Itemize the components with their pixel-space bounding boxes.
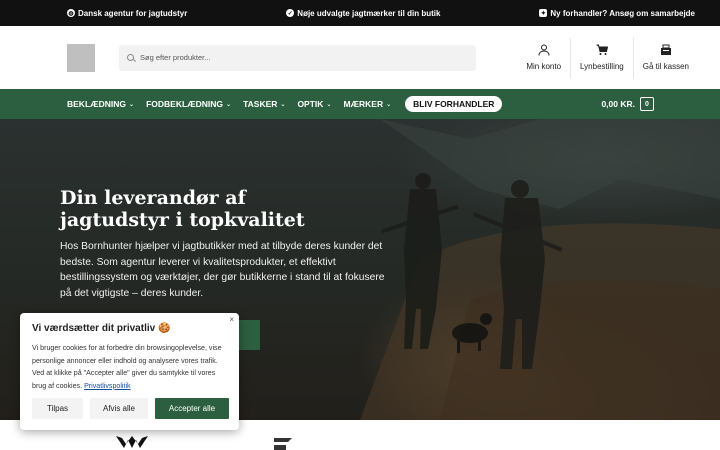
chevron-down-icon: ⌄: [326, 101, 332, 108]
site-header: Min konto Lynbestilling Gå til kassen: [0, 26, 720, 89]
user-icon: [538, 44, 550, 56]
accept-all-button[interactable]: Accepter alle: [155, 398, 229, 419]
cart-count-badge: 0: [640, 97, 654, 111]
nav-item-fodbeklaedning[interactable]: FODBEKLÆDNING ⌄: [146, 99, 231, 109]
search-icon: [127, 54, 134, 61]
announcement-brands-text: Nøje udvalgte jagtmærker til din butik: [297, 8, 441, 18]
cookie-title: Vi værdsætter dit privatliv 🍪: [32, 323, 171, 334]
checkout-icon: [660, 44, 671, 55]
close-icon[interactable]: ×: [229, 315, 234, 324]
brand-logo-1[interactable]: [116, 434, 148, 450]
search-bar[interactable]: [119, 44, 476, 71]
quick-order-link[interactable]: Lynbestilling: [570, 37, 633, 78]
nav-item-tasker[interactable]: TASKER ⌄: [243, 99, 285, 109]
top-announcement-bar: ◍ Dansk agentur for jagtudstyr ✓ Nøje ud…: [0, 0, 720, 26]
hero-description: Hos Bornhunter hjælper vi jagtbutikker m…: [60, 241, 385, 299]
privacy-policy-link[interactable]: Privatlivspolitik: [84, 382, 131, 390]
check-circle-icon: ✓: [286, 9, 295, 17]
reject-all-button[interactable]: Afvis alle: [90, 398, 148, 419]
site-logo[interactable]: [67, 43, 95, 72]
hero-title-line-1: Din leverandør af: [60, 187, 246, 209]
nav-item-beklaedning[interactable]: BEKLÆDNING ⌄: [67, 99, 134, 109]
nav-item-label: OPTIK: [297, 99, 324, 109]
my-account-link[interactable]: Min konto: [517, 38, 570, 78]
hero-title: Din leverandør af jagtudstyr i topkvalit…: [60, 187, 305, 231]
quick-order-label: Lynbestilling: [580, 62, 624, 71]
search-input[interactable]: [140, 53, 440, 62]
main-nav: BEKLÆDNING ⌄ FODBEKLÆDNING ⌄ TASKER ⌄ OP…: [0, 89, 720, 119]
nav-item-label: MÆRKER: [343, 99, 384, 109]
chevron-down-icon: ⌄: [280, 101, 286, 108]
announcement-agency-text: Dansk agentur for jagtudstyr: [78, 8, 188, 18]
nav-item-label: FODBEKLÆDNING: [146, 99, 224, 109]
header-actions: Min konto Lynbestilling Gå til kassen: [517, 37, 698, 78]
checkout-label: Gå til kassen: [642, 62, 689, 71]
cart-total: 0,00 KR.: [601, 99, 635, 109]
brand-logo-2[interactable]: [274, 438, 294, 450]
cookie-buttons: Tilpas Afvis alle Accepter alle: [32, 398, 229, 419]
globe-icon: ◍: [67, 9, 75, 17]
handshake-icon: ✦: [539, 9, 548, 17]
announcement-retailer-text[interactable]: Ny forhandler? Ansøg om samarbejde: [550, 9, 695, 18]
cookie-body: Vi bruger cookies for at forbedre din br…: [32, 342, 227, 392]
chevron-down-icon: ⌄: [129, 101, 135, 108]
nav-item-optik[interactable]: OPTIK ⌄: [297, 99, 331, 109]
checkout-link[interactable]: Gå til kassen: [632, 37, 698, 78]
cookie-consent-dialog: × Vi værdsætter dit privatliv 🍪 Vi bruge…: [20, 313, 239, 430]
chevron-down-icon: ⌄: [386, 101, 392, 108]
cart-summary[interactable]: 0,00 KR. 0: [601, 97, 654, 111]
become-retailer-button[interactable]: BLIV FORHANDLER: [405, 96, 503, 112]
announcement-agency: ◍ Dansk agentur for jagtudstyr: [67, 9, 187, 18]
customize-button[interactable]: Tilpas: [32, 398, 83, 419]
announcement-brands: ✓ Nøje udvalgte jagtmærker til din butik: [286, 9, 440, 18]
chevron-down-icon: ⌄: [226, 101, 232, 108]
hero-title-line-2: jagtudstyr i topkvalitet: [60, 209, 305, 231]
nav-item-label: BEKLÆDNING: [67, 99, 127, 109]
announcement-retailer[interactable]: ✦ Ny forhandler? Ansøg om samarbejde: [539, 9, 695, 18]
nav-item-label: TASKER: [243, 99, 278, 109]
nav-item-maerker[interactable]: MÆRKER ⌄: [343, 99, 391, 109]
my-account-label: Min konto: [526, 62, 562, 71]
cart-icon: [596, 44, 608, 55]
